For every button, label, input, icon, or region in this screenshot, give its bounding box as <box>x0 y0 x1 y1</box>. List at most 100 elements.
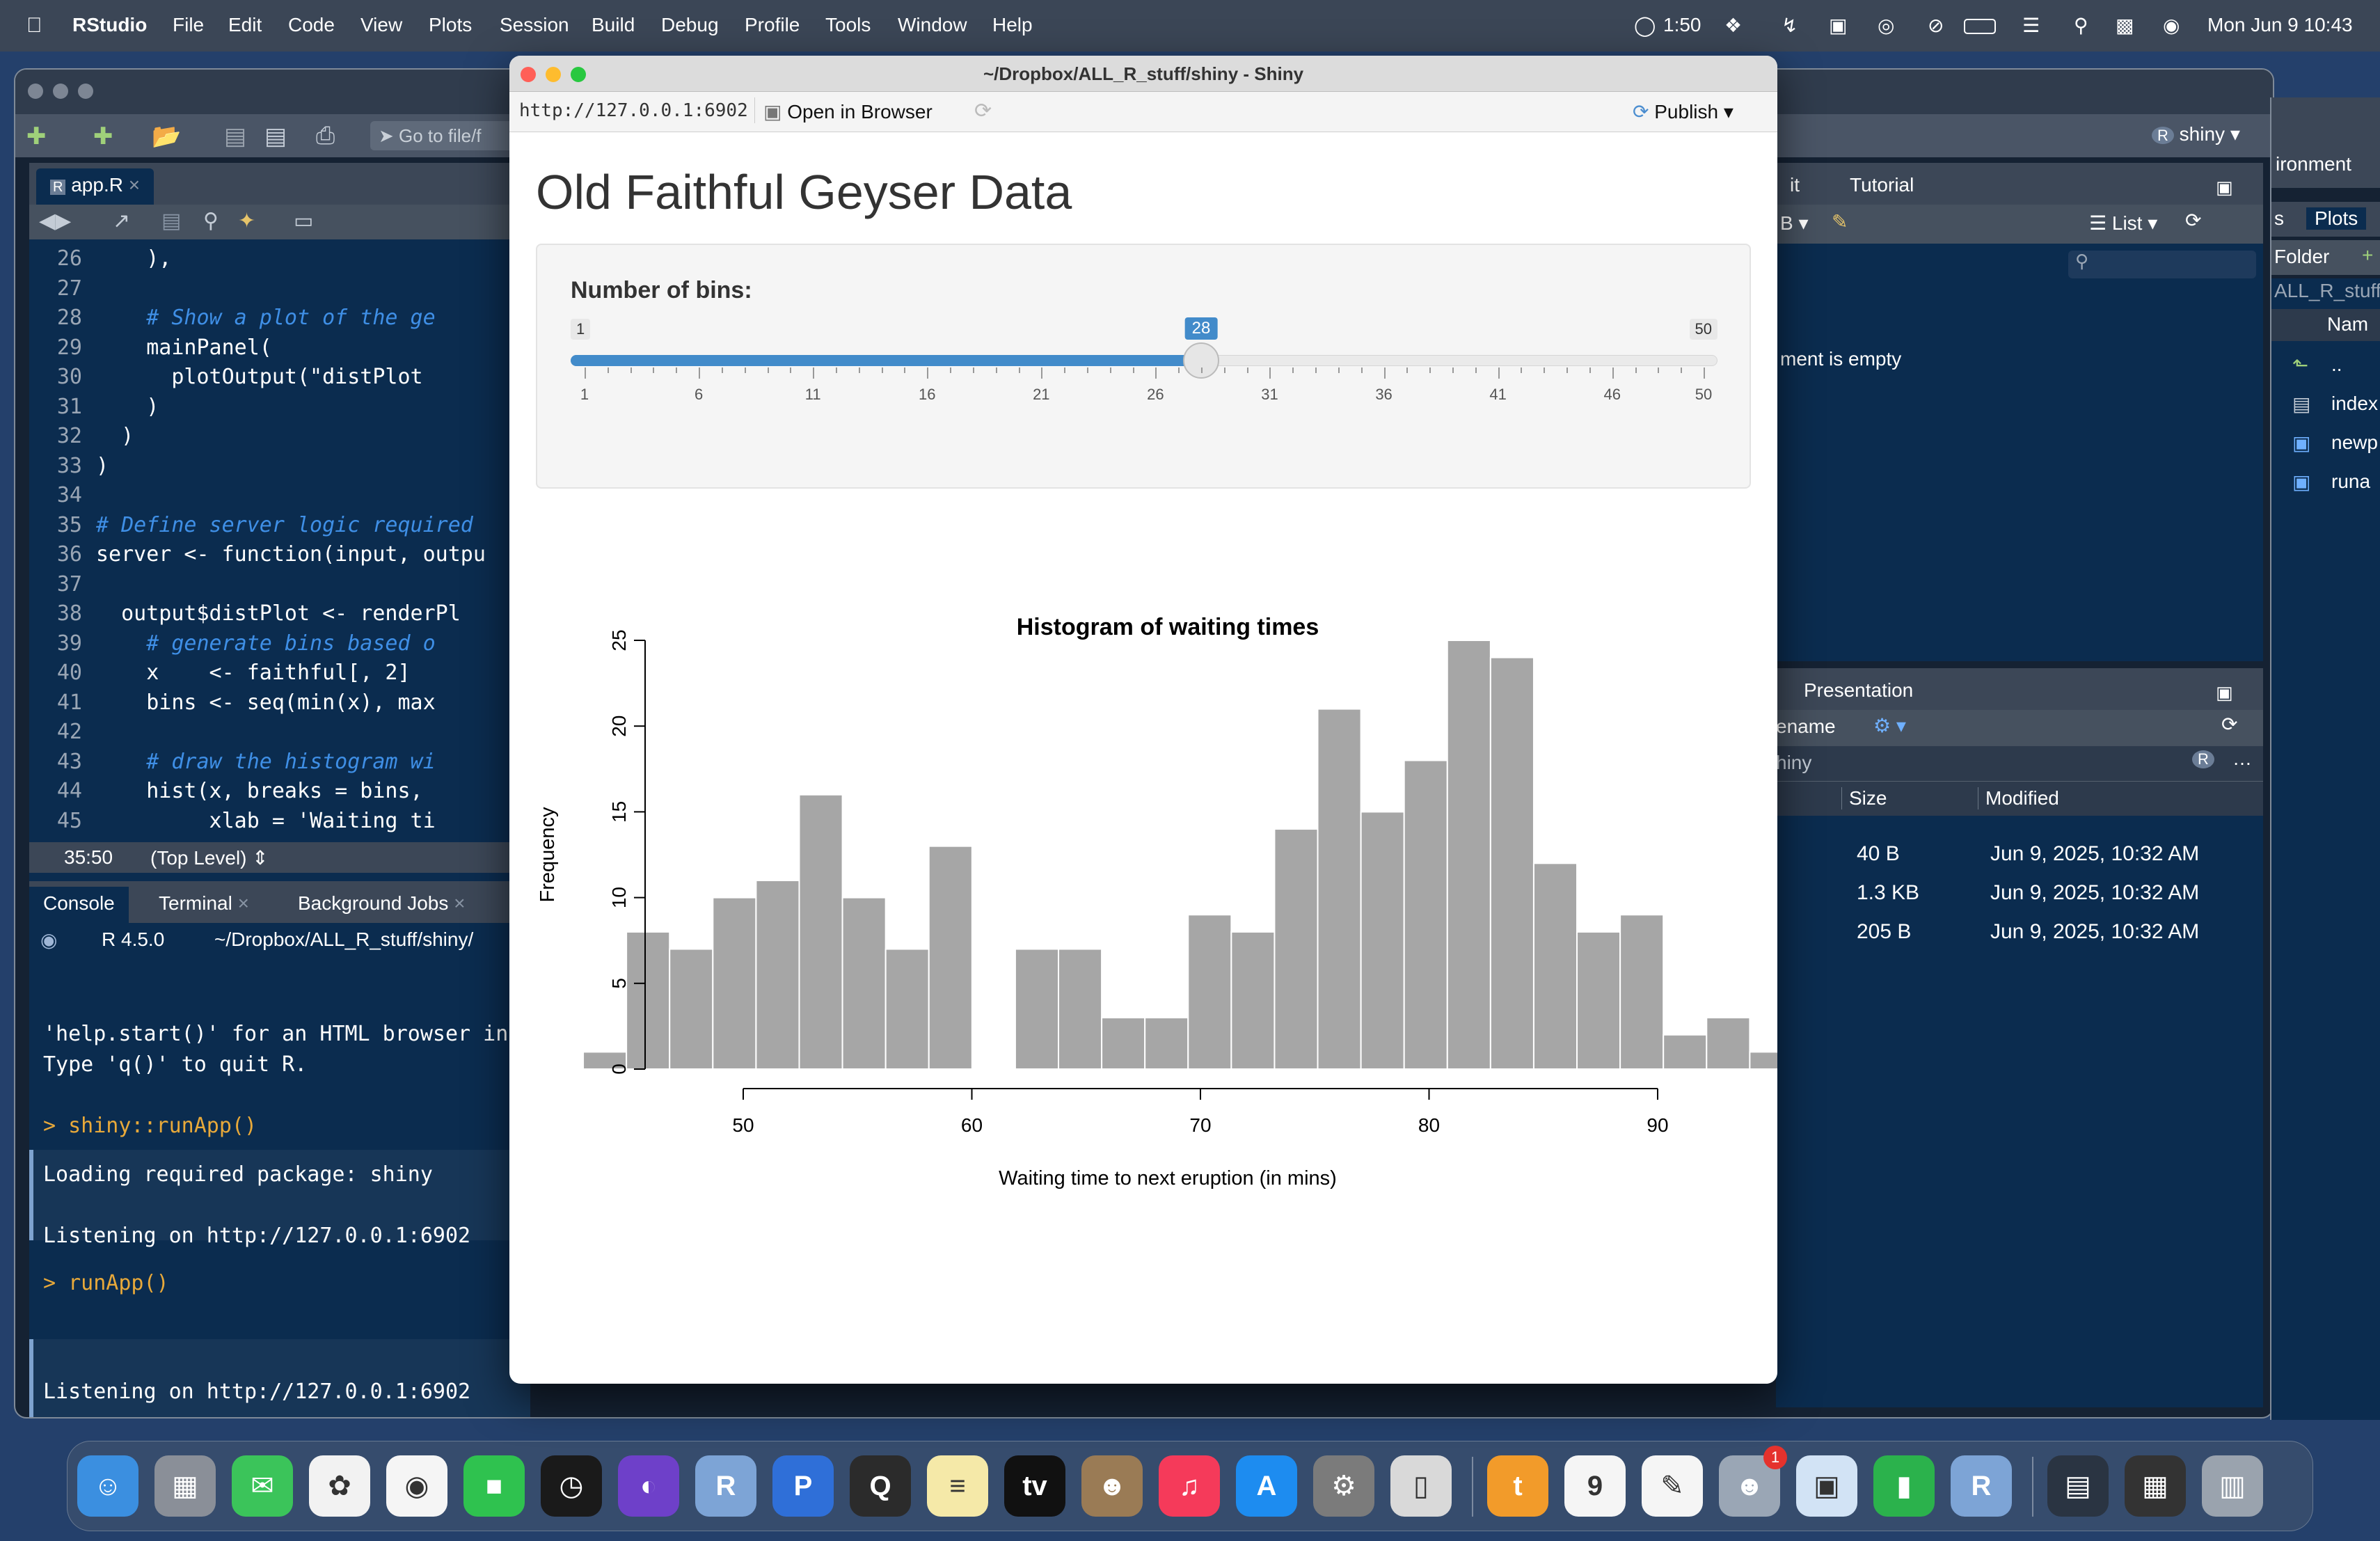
search-icon[interactable]: ⚲ <box>2074 14 2088 37</box>
clock-icon[interactable]: ◷ <box>541 1455 602 1517</box>
menu-edit[interactable]: Edit <box>228 14 262 36</box>
quicktime-icon[interactable]: Q <box>850 1455 911 1517</box>
grid-icon[interactable]: ▦ <box>2125 1455 2186 1517</box>
refresh-icon[interactable]: ⟳ <box>2185 209 2201 232</box>
battery-icon[interactable] <box>1964 14 1996 36</box>
fingerprint-icon[interactable]: ◎ <box>1878 14 1894 37</box>
notes-icon[interactable]: ≡ <box>927 1455 988 1517</box>
menu-view[interactable]: View <box>360 14 402 36</box>
menu-profile[interactable]: Profile <box>745 14 800 36</box>
bins-slider[interactable]: 1 50 28 1 6 11 16 21 26 31 36 41 46 50 <box>571 315 1717 426</box>
find-icon[interactable]: ⚲ <box>203 209 219 233</box>
zoom-button[interactable] <box>78 84 93 99</box>
messages-icon[interactable]: ✉ <box>232 1455 293 1517</box>
new-project-icon[interactable]: ✚ <box>93 123 113 150</box>
tab-git[interactable]: it <box>1776 168 1814 205</box>
url-field[interactable]: http://127.0.0.1:6902 <box>519 100 748 121</box>
briefcase-icon[interactable]: ▣ <box>1829 14 1847 37</box>
dropbox-icon[interactable]: ❖ <box>1724 14 1742 37</box>
pockity-icon[interactable]: P <box>772 1455 834 1517</box>
wifi-icon[interactable]: ☰ <box>2022 14 2040 37</box>
rename-button[interactable]: ename <box>1776 716 1836 738</box>
tab-environment[interactable]: ironment <box>2276 153 2351 175</box>
save-all-icon[interactable]: ▤ <box>264 123 287 150</box>
file-name[interactable]: runa <box>2331 471 2370 493</box>
tab-terminal[interactable]: Terminal × <box>145 887 263 923</box>
console-output[interactable]: 'help.start()' for an HTML browser int Ty… <box>29 958 530 1417</box>
taskheat-icon[interactable]: t <box>1487 1455 1548 1517</box>
apple-icon[interactable]:  <box>26 14 42 38</box>
broom-icon[interactable]: ✎ <box>1832 210 1848 233</box>
menu-window[interactable]: Window <box>898 14 967 36</box>
menu-file[interactable]: File <box>173 14 204 36</box>
col-size[interactable]: Size <box>1841 787 1887 809</box>
tab-background-jobs[interactable]: Background Jobs × <box>284 887 479 923</box>
list-view-button[interactable]: ☰ List ▾ <box>2089 212 2157 235</box>
appstore-icon[interactable]: A <box>1236 1455 1297 1517</box>
siri-icon[interactable]: ◉ <box>2163 14 2180 37</box>
launchpad-icon[interactable]: ▦ <box>154 1455 216 1517</box>
music-icon[interactable]: ♫ <box>1159 1455 1220 1517</box>
import-dataset-button[interactable]: B ▾ <box>1780 212 1809 235</box>
mute-icon[interactable]: ⊘ <box>1928 14 1944 37</box>
compile-icon[interactable]: ▭ <box>294 209 313 233</box>
menu-debug[interactable]: Debug <box>661 14 719 36</box>
rstudio-icon[interactable]: R <box>695 1455 756 1517</box>
chrome-icon[interactable]: ◉ <box>386 1455 447 1517</box>
preview-icon[interactable]: ▣ <box>1796 1455 1857 1517</box>
menu-plots[interactable]: Plots <box>429 14 472 36</box>
photos-icon[interactable]: ✿ <box>309 1455 370 1517</box>
refresh-icon[interactable]: ⟳ <box>974 99 992 123</box>
menu-session[interactable]: Session <box>500 14 569 36</box>
screen-time-icon[interactable]: ◯ <box>1634 14 1656 37</box>
right-breadcrumb[interactable]: ALL_R_stuff <box>2274 280 2380 302</box>
calendar-icon[interactable]: 9 <box>1564 1455 1626 1517</box>
app-menu[interactable]: RStudio <box>72 14 147 36</box>
appletv-icon[interactable]: tv <box>1004 1455 1065 1517</box>
scope-selector[interactable]: (Top Level) ⇕ <box>150 846 269 869</box>
gear-icon[interactable]: ⚙ ▾ <box>1873 714 1906 737</box>
minimize-button[interactable] <box>53 84 68 99</box>
save-icon[interactable]: ▤ <box>224 123 246 150</box>
menu-help[interactable]: Help <box>992 14 1033 36</box>
new-folder-button[interactable]: Folder <box>2274 246 2329 268</box>
save-file-icon[interactable]: ▤ <box>161 209 181 233</box>
code-editor[interactable]: 26 ), 27 28 # Show a plot of the ge 29 main… <box>29 239 530 915</box>
print-icon[interactable]: ⎙ <box>316 123 335 150</box>
file-name[interactable]: newp <box>2331 432 2378 454</box>
battery-time[interactable]: 1:50 <box>1663 14 1701 36</box>
tab-app-r[interactable]: R app.R × <box>36 168 154 205</box>
goto-file-input[interactable]: ➤ Go to file/f <box>370 121 530 150</box>
project-menu[interactable]: R shiny ▾ <box>2152 123 2240 145</box>
downloads-icon[interactable]: ▤ <box>2047 1455 2109 1517</box>
iphone-mirroring-icon[interactable]: ▯ <box>1390 1455 1452 1517</box>
numbers-icon[interactable]: ▮ <box>1873 1455 1935 1517</box>
open-file-icon[interactable]: 📂 <box>152 123 181 150</box>
minimize-button[interactable] <box>546 67 561 82</box>
minimize-pane-icon[interactable]: ▣ <box>2216 177 2233 198</box>
col-modified[interactable]: Modified <box>1978 787 2059 809</box>
menu-code[interactable]: Code <box>288 14 335 36</box>
close-tab-icon[interactable]: × <box>129 174 140 196</box>
refresh-icon[interactable]: ⟳ <box>2221 713 2237 736</box>
file-name[interactable]: index <box>2331 393 2378 415</box>
trash-icon[interactable]: ▥ <box>2202 1455 2263 1517</box>
new-file-icon[interactable]: ✚ <box>26 123 47 150</box>
close-button[interactable] <box>521 67 536 82</box>
more-icon[interactable]: … <box>2232 748 2252 770</box>
contacts-icon[interactable]: ☻ <box>1081 1455 1143 1517</box>
r-icon[interactable]: R <box>1951 1455 2012 1517</box>
tab-presentation[interactable]: Presentation <box>1790 674 1927 710</box>
close-button[interactable] <box>28 84 43 99</box>
github-icon[interactable]: ◐ <box>618 1455 679 1517</box>
control-center-icon[interactable]: ▩ <box>2116 14 2134 37</box>
minimize-pane-icon[interactable]: ▣ <box>2216 682 2233 704</box>
tab-files[interactable]: s <box>2274 207 2284 230</box>
tab-plots[interactable]: Plots <box>2306 207 2367 230</box>
menu-build[interactable]: Build <box>592 14 635 36</box>
textedit-icon[interactable]: ✎ <box>1642 1455 1703 1517</box>
code-tools-icon[interactable]: ✦ <box>238 209 255 233</box>
tab-console[interactable]: Console <box>29 887 129 923</box>
settings-icon[interactable]: ⚙ <box>1313 1455 1374 1517</box>
status-icon[interactable]: ↯ <box>1782 14 1798 37</box>
